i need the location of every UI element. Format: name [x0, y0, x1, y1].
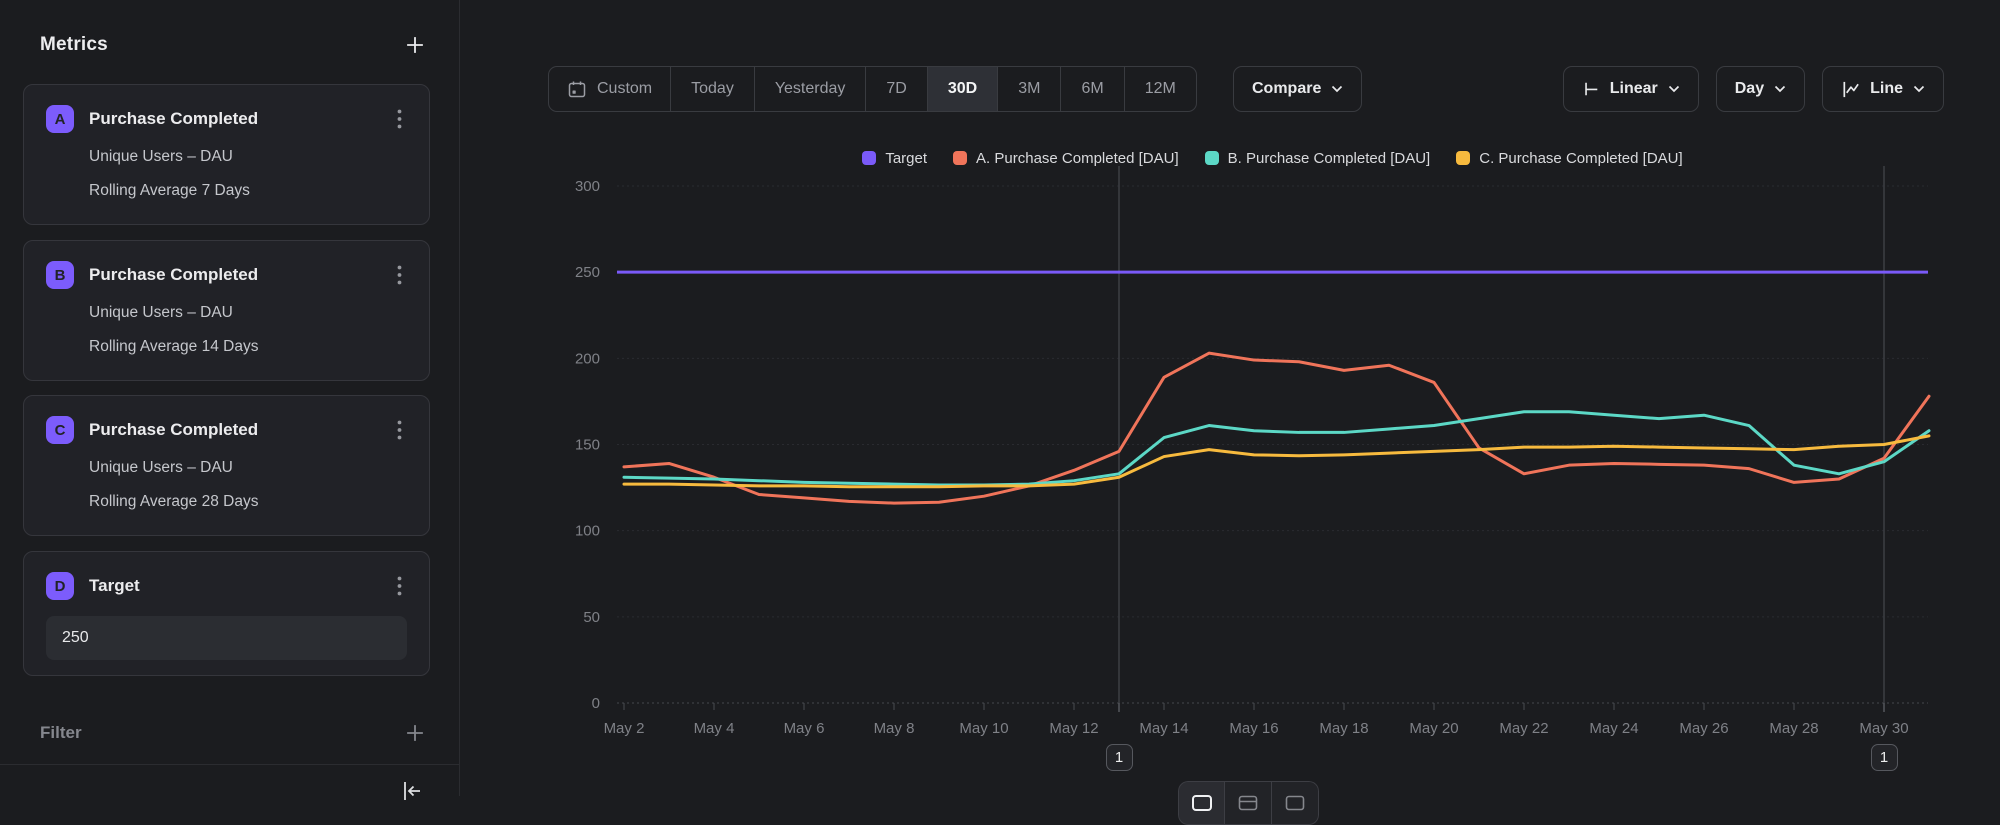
kebab-icon — [397, 420, 402, 440]
svg-text:100: 100 — [575, 523, 600, 540]
svg-text:May 20: May 20 — [1409, 720, 1458, 737]
metric-measure: Unique Users – DAU — [89, 148, 407, 167]
chart-view-button[interactable] — [1178, 781, 1225, 825]
svg-text:May 24: May 24 — [1589, 720, 1638, 737]
sidebar-title: Metrics — [40, 34, 108, 56]
sidebar-header: Metrics — [40, 30, 429, 60]
svg-text:300: 300 — [575, 178, 600, 195]
svg-text:May 30: May 30 — [1859, 720, 1908, 737]
metric-badge: D — [46, 572, 74, 600]
metric-badge: C — [46, 416, 74, 444]
metric-badge: B — [46, 261, 74, 289]
split-view-button[interactable] — [1225, 781, 1272, 825]
svg-text:May 16: May 16 — [1229, 720, 1278, 737]
metric-measure: Unique Users – DAU — [89, 459, 407, 478]
metrics-sidebar: Metrics A Purchase Completed Unique User… — [0, 0, 460, 796]
svg-text:May 14: May 14 — [1139, 720, 1188, 737]
svg-text:May 26: May 26 — [1679, 720, 1728, 737]
annotation-badge[interactable]: 1 — [1106, 744, 1133, 771]
metric-transform: Rolling Average 7 Days — [89, 182, 407, 201]
split-view-icon — [1237, 794, 1259, 812]
metric-menu-button[interactable] — [391, 574, 407, 598]
svg-text:May 10: May 10 — [959, 720, 1008, 737]
svg-text:May 2: May 2 — [604, 720, 645, 737]
svg-text:May 18: May 18 — [1319, 720, 1368, 737]
svg-text:250: 250 — [575, 264, 600, 281]
kebab-icon — [397, 265, 402, 285]
sidebar-divider — [0, 764, 459, 765]
metric-badge: A — [46, 105, 74, 133]
metric-menu-button[interactable] — [391, 418, 407, 442]
svg-text:200: 200 — [575, 350, 600, 367]
chart-panel: Custom Today Yesterday 7D 30D 3M 6M 12M … — [461, 0, 2000, 796]
filter-label: Filter — [40, 723, 82, 743]
metric-menu-button[interactable] — [391, 107, 407, 131]
kebab-icon — [397, 576, 402, 596]
svg-text:May 28: May 28 — [1769, 720, 1818, 737]
metric-card-c[interactable]: C Purchase Completed Unique Users – DAU … — [23, 395, 430, 536]
metric-menu-button[interactable] — [391, 263, 407, 287]
svg-text:May 8: May 8 — [874, 720, 915, 737]
target-title: Target — [89, 576, 391, 596]
metric-title: Purchase Completed — [89, 265, 391, 285]
svg-text:50: 50 — [583, 609, 600, 626]
svg-text:150: 150 — [575, 437, 600, 454]
plus-icon — [406, 724, 424, 742]
metric-transform: Rolling Average 28 Days — [89, 493, 407, 512]
chart-canvas: 0 50 100 150 200 250 300 May 2 May 4 May 6 May 8 Ma… — [461, 0, 2000, 796]
kebab-icon — [397, 109, 402, 129]
annotation-badge[interactable]: 1 — [1871, 744, 1898, 771]
collapse-left-icon — [400, 779, 424, 803]
metric-title: Purchase Completed — [89, 109, 391, 129]
svg-text:May 4: May 4 — [694, 720, 735, 737]
metric-transform: Rolling Average 14 Days — [89, 338, 407, 357]
metric-card-a[interactable]: A Purchase Completed Unique Users – DAU … — [23, 84, 430, 225]
table-view-icon — [1284, 794, 1306, 812]
target-card[interactable]: D Target 250 — [23, 551, 430, 676]
metric-card-b[interactable]: B Purchase Completed Unique Users – DAU … — [23, 240, 430, 381]
svg-text:May 6: May 6 — [784, 720, 825, 737]
svg-text:May 22: May 22 — [1499, 720, 1548, 737]
svg-text:0: 0 — [592, 695, 600, 712]
filter-section: Filter — [40, 718, 429, 748]
metric-title: Purchase Completed — [89, 420, 391, 440]
add-metric-button[interactable] — [401, 31, 429, 59]
plus-icon — [406, 36, 424, 54]
chart-view-icon — [1191, 794, 1213, 812]
add-filter-button[interactable] — [401, 719, 429, 747]
view-switcher — [1178, 781, 1319, 825]
metric-measure: Unique Users – DAU — [89, 304, 407, 323]
collapse-sidebar-button[interactable] — [400, 779, 428, 807]
svg-text:May 12: May 12 — [1049, 720, 1098, 737]
table-view-button[interactable] — [1272, 781, 1319, 825]
target-value-input[interactable]: 250 — [46, 616, 407, 660]
